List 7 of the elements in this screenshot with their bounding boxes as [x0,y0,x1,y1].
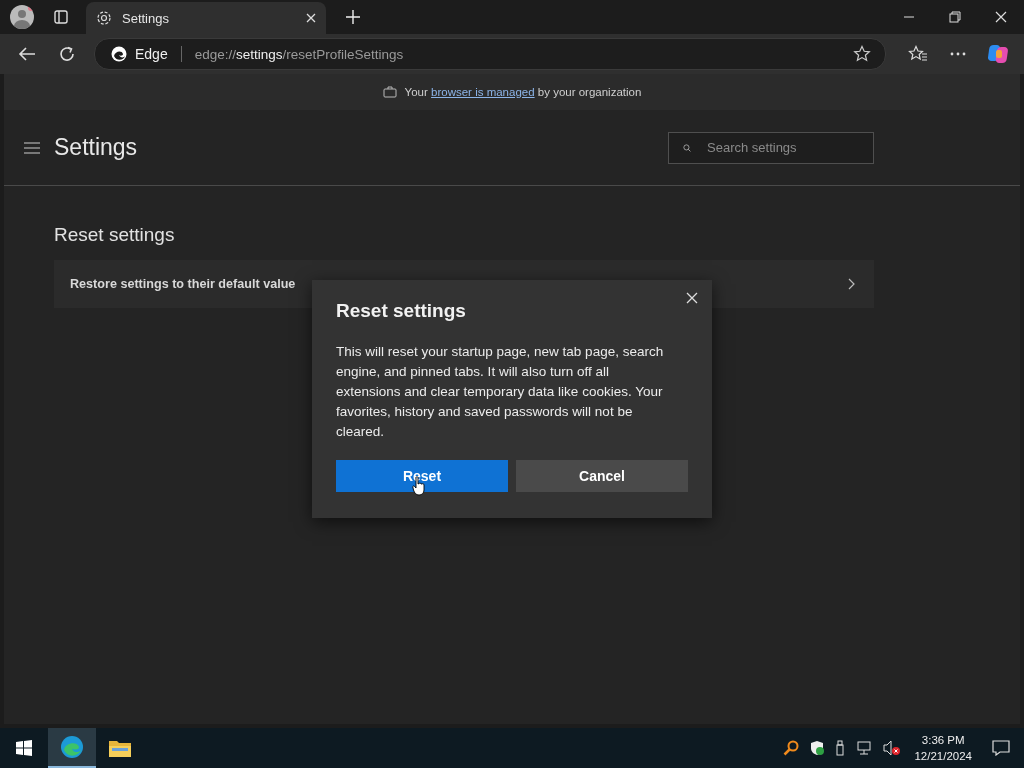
page-title: Settings [54,134,138,161]
site-label: Edge [135,46,168,62]
dialog-message: This will reset your startup page, new tab page, search engine, and pinned tabs. It will also turn off all extensions and clear temporary data like cookies. Your favorites, history and saved passwords will not be cleared. [336,343,665,441]
url-text: edge://settings/resetProfileSettings [194,46,404,62]
section-title: Reset settings [54,224,176,246]
tab-title: Settings [122,10,170,26]
managed-notice: Your browser is managed by your organization [404,86,642,98]
